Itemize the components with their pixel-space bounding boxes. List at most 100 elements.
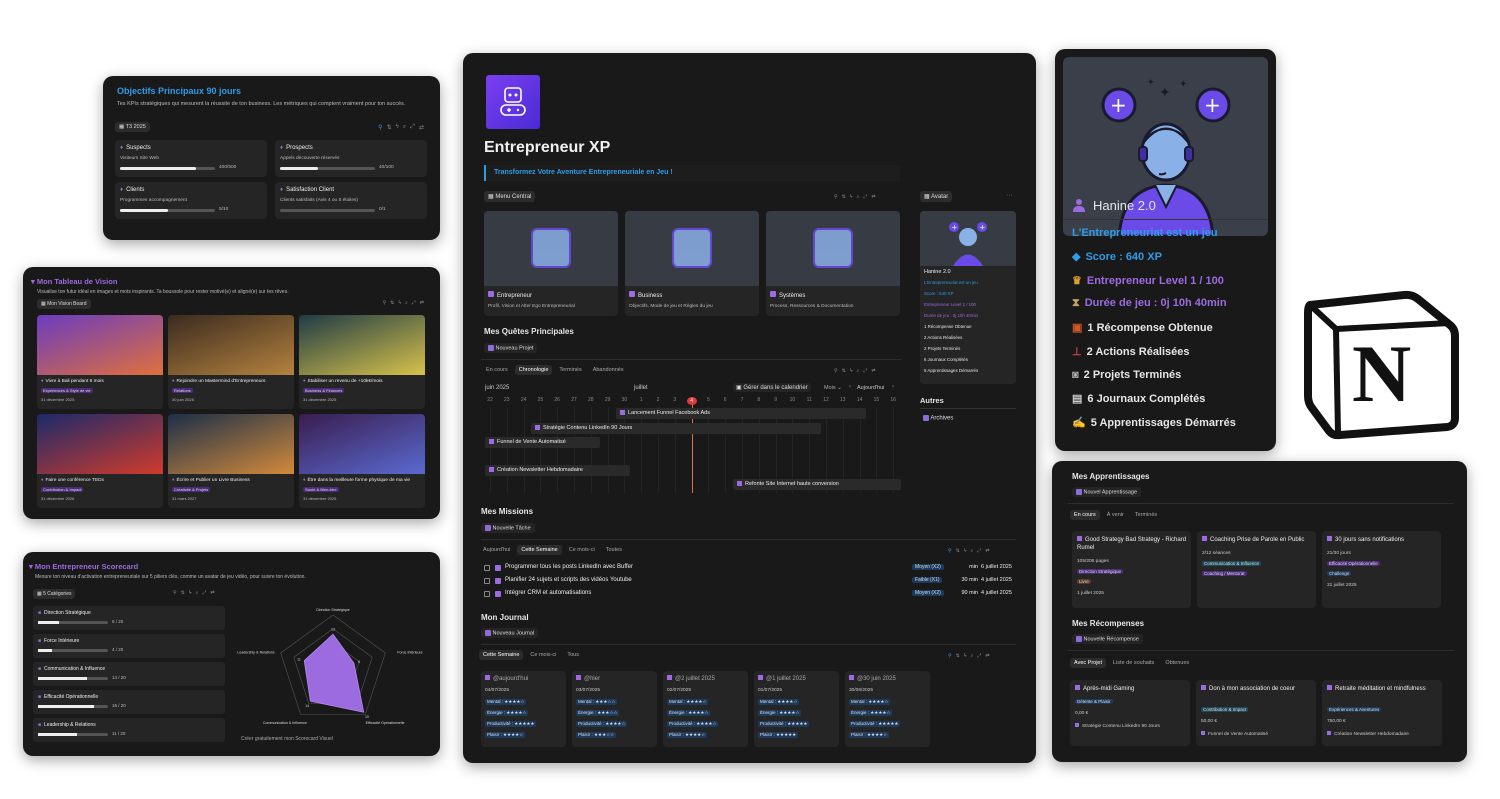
timeline-prev-icon[interactable]: ‹ [849, 384, 851, 390]
checkbox[interactable] [484, 591, 490, 597]
new-learning-button[interactable]: Nouvel Apprentissage [1072, 487, 1142, 498]
rewards-tab[interactable]: Avec Projet [1070, 658, 1107, 668]
scorecard-footer[interactable]: Créer gratuitement mon Scorecard Visuel [241, 736, 333, 742]
vision-card[interactable]: ♦ Rejoindre un Mastermind d'Entrepreneurs… [168, 315, 294, 409]
timeline-bar[interactable]: Stratégie Contenu LinkedIn 90 Jours [531, 423, 821, 434]
timeline-bar[interactable]: Funnel de Vente Automatisé [485, 437, 600, 448]
missions-tab[interactable]: Ce mois-ci [565, 545, 599, 555]
filter-icon[interactable]: ⚲ [378, 124, 382, 131]
vision-card[interactable]: ♦ Vivre à Bali pendant 6 mois Expériences … [37, 315, 163, 409]
rewards-tab[interactable]: Liste de souhaits [1109, 658, 1158, 668]
menu-card[interactable]: Entrepreneur Profil, Vision et Alter Ego … [484, 211, 618, 316]
lightning-icon[interactable]: ϟ [850, 368, 853, 374]
journal-card[interactable]: @aujourd'hui 04/07/2025 Mental : ★★★★☆ Éner… [481, 671, 566, 747]
vision-card[interactable]: ♦ Écrire et Publier un Livre Business Créa… [168, 414, 294, 508]
kpi-card[interactable]: ♦ Clients Programmes accompagnement 5/10 [115, 182, 267, 219]
lightning-icon[interactable]: ϟ [396, 124, 399, 131]
kpi-card[interactable]: ♦ Suspects Visiteurs Site Web 400/500 [115, 140, 267, 177]
more-icon[interactable]: ⇄ [419, 124, 424, 131]
search-icon[interactable]: ⌕ [857, 194, 860, 200]
learning-card[interactable]: 30 jours sans notifications 21/30 jours Ef… [1322, 531, 1441, 608]
kpi-card[interactable]: ♦ Satisfaction Client Clients satisfaits (… [275, 182, 427, 219]
lightning-icon[interactable]: ϟ [850, 194, 853, 200]
objectives-view-tab[interactable]: ▦ T3 2025 [115, 122, 150, 132]
timeline-today-button[interactable]: Aujourd'hui [857, 385, 884, 391]
rewards-tab[interactable]: Obtenues [1161, 658, 1193, 668]
avatar-tab[interactable]: ▦ Avatar [920, 191, 953, 202]
more-icon[interactable]: ⇄ [985, 548, 989, 554]
journal-card[interactable]: @1 juillet 2025 01/07/2025 Mental : ★★★★☆ É… [754, 671, 839, 747]
journal-toolbar[interactable]: ⚲ ⇅ ϟ ⌕ ⤢ ⇄ [948, 653, 990, 659]
timeline-bar[interactable]: Refonte Site Internet haute conversion [733, 479, 901, 490]
kpi-card[interactable]: ♦ Prospects Appels découverte réservés 40/1… [275, 140, 427, 177]
quests-toolbar[interactable]: ⚲ ⇅ ϟ ⌕ ⤢ ⇄ [834, 368, 876, 374]
journal-tab[interactable]: Cette Semaine [479, 650, 524, 660]
avatar-mini-card[interactable]: + + Hanine 2.0 L'Entrepreneuriat est un je… [920, 211, 1016, 384]
scorecard-toolbar[interactable]: ⚲ ⇅ ϟ ⌕ ⤢ ⇄ [173, 590, 215, 596]
filter-icon[interactable]: ⚲ [173, 590, 177, 596]
expand-icon[interactable]: ⤢ [863, 194, 867, 200]
avatar-more-icon[interactable]: ··· [1006, 192, 1013, 199]
expand-icon[interactable]: ⤢ [863, 368, 867, 374]
learning-card[interactable]: Good Strategy Bad Strategy - Richard Rum… [1072, 531, 1191, 608]
lightning-icon[interactable]: ϟ [964, 548, 967, 554]
missions-toolbar[interactable]: ⚲ ⇅ ϟ ⌕ ⤢ ⇄ [948, 548, 990, 554]
journal-tab[interactable]: Ce mois-ci [526, 650, 560, 660]
lightning-icon[interactable]: ϟ [964, 653, 967, 659]
search-icon[interactable]: ⌕ [403, 124, 406, 131]
search-icon[interactable]: ⌕ [971, 548, 974, 554]
scorecard-row[interactable]: ■ Force Intérieure 4 / 20 [33, 634, 225, 658]
more-icon[interactable]: ⇄ [210, 590, 214, 596]
reward-link[interactable]: Funnel de Vente Automatisé [1208, 732, 1268, 737]
sort-icon[interactable]: ⇅ [842, 194, 846, 200]
vision-card[interactable]: ♦ Stabiliser un revenu de +10k€/mois Busin… [299, 315, 425, 409]
more-icon[interactable]: ⇄ [985, 653, 989, 659]
filter-icon[interactable]: ⚲ [948, 548, 952, 554]
scorecard-row[interactable]: ■ Communication & Influence 14 / 20 [33, 662, 225, 686]
search-icon[interactable]: ⌕ [196, 590, 199, 596]
more-icon[interactable]: ⇄ [871, 194, 875, 200]
manage-calendar-button[interactable]: ▣ Gérer dans le calendrier [733, 383, 811, 392]
expand-icon[interactable]: ⤢ [977, 548, 981, 554]
new-project-button[interactable]: Nouveau Projet [484, 343, 538, 354]
learning-tab[interactable]: Terminés [1131, 510, 1161, 520]
learning-tab[interactable]: À venir [1103, 510, 1128, 520]
archives-link[interactable]: Archives [923, 415, 953, 422]
reward-link[interactable]: Stratégie Contenu LinkedIn 90 Jours [1082, 724, 1160, 729]
new-task-button[interactable]: Nouvelle Tâche [481, 523, 535, 534]
expand-icon[interactable]: ⤢ [977, 653, 981, 659]
search-icon[interactable]: ⌕ [857, 368, 860, 374]
journal-card[interactable]: @30 juin 2025 30/06/2025 Mental : ★★★★☆ Éne… [845, 671, 930, 747]
reward-card[interactable]: Retraite méditation et mindfulness Expéri… [1322, 680, 1442, 746]
scorecard-row[interactable]: ■ Leadership & Relations 11 / 20 [33, 718, 225, 742]
more-icon[interactable]: ⇄ [420, 300, 424, 306]
quests-tab[interactable]: Abandonnés [589, 365, 628, 375]
search-icon[interactable]: ⌕ [971, 653, 974, 659]
checkbox[interactable] [484, 565, 490, 571]
expand-icon[interactable]: ⤢ [410, 124, 415, 131]
menu-tab[interactable]: ▦ Menu Central [484, 191, 536, 202]
vision-card[interactable]: ♦ Être dans la meilleure forme physique d… [299, 414, 425, 508]
filter-icon[interactable]: ⚲ [382, 300, 386, 306]
quests-tab[interactable]: Chronologie [514, 365, 553, 375]
quests-tab[interactable]: Terminés [555, 365, 585, 375]
more-icon[interactable]: ⇄ [871, 368, 875, 374]
expand-icon[interactable]: ⤢ [412, 300, 416, 306]
learning-card[interactable]: Coaching Prise de Parole en Public 2/12 s… [1197, 531, 1316, 608]
menu-toolbar[interactable]: ⚲ ⇅ ϟ ⌕ ⤢ ⇄ [834, 194, 876, 200]
missions-tab[interactable]: Cette Semaine [517, 545, 562, 555]
sort-icon[interactable]: ⇅ [390, 300, 394, 306]
filter-icon[interactable]: ⚲ [948, 653, 952, 659]
checkbox[interactable] [484, 578, 490, 584]
search-icon[interactable]: ⌕ [405, 300, 408, 306]
menu-card[interactable]: Business Objectifs, Mode de jeu et Règles… [625, 211, 759, 316]
reward-link[interactable]: Création Newsletter Hebdomadaire [1334, 732, 1409, 737]
filter-icon[interactable]: ⚲ [834, 194, 838, 200]
mission-row[interactable]: Programmer tous les posts LinkedIn avec … [484, 563, 1014, 575]
filter-icon[interactable]: ⚲ [834, 368, 838, 374]
scorecard-view-tab[interactable]: ▦ 5 Catégories [33, 589, 76, 599]
expand-icon[interactable]: ⤢ [202, 590, 206, 596]
missions-tab[interactable]: Toutes [602, 545, 626, 555]
timeline-mode-select[interactable]: Mois ⌄ [824, 385, 842, 391]
mission-row[interactable]: Intégrer CRM et automatisations Moyen (X2… [484, 589, 1014, 601]
